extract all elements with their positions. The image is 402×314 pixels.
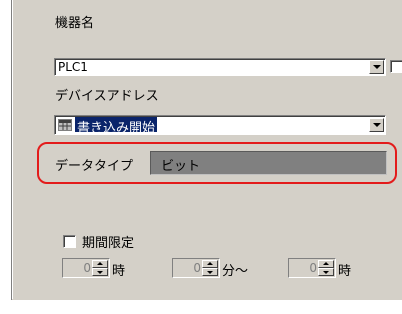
panel-bottom-edge (11, 300, 402, 302)
spin-down-icon[interactable] (202, 268, 218, 276)
period-limit-label: 期間限定 (82, 236, 135, 251)
spin-up-icon[interactable] (92, 260, 108, 268)
start-hour-unit: 時 (112, 264, 126, 279)
spin-down-icon[interactable] (318, 268, 334, 276)
device-address-combo[interactable]: 書き込み開始 (54, 115, 386, 136)
spin-up-icon[interactable] (318, 260, 334, 268)
device-name-combo[interactable]: PLC1 (54, 58, 386, 76)
end-hour-spinner[interactable]: 0 (288, 258, 336, 278)
start-minute-spinner[interactable]: 0 (172, 258, 220, 278)
device-name-value: PLC1 (58, 60, 88, 74)
period-limit-checkbox[interactable] (63, 235, 76, 248)
spin-down-icon[interactable] (92, 268, 108, 276)
chevron-down-icon[interactable] (369, 60, 384, 74)
start-minute-unit: 分〜 (222, 264, 249, 279)
device-address-label: デバイスアドレス (55, 89, 159, 104)
data-type-field: ビット (150, 151, 387, 175)
device-extra-checkbox[interactable] (390, 60, 402, 73)
device-name-label: 機器名 (55, 16, 95, 31)
start-hour-value: 0 (83, 261, 91, 275)
end-hour-value: 0 (309, 261, 317, 275)
end-hour-unit: 時 (338, 264, 352, 279)
device-address-value: 書き込み開始 (75, 117, 158, 136)
chevron-down-icon[interactable] (369, 118, 384, 132)
start-hour-spinner[interactable]: 0 (62, 258, 110, 278)
data-type-label: データタイプ (55, 159, 134, 174)
start-minute-value: 0 (193, 261, 201, 275)
table-icon-glyph (59, 120, 71, 130)
spin-up-icon[interactable] (202, 260, 218, 268)
panel-edge (12, 0, 13, 299)
data-type-value: ビット (161, 159, 201, 174)
table-icon (58, 119, 72, 131)
